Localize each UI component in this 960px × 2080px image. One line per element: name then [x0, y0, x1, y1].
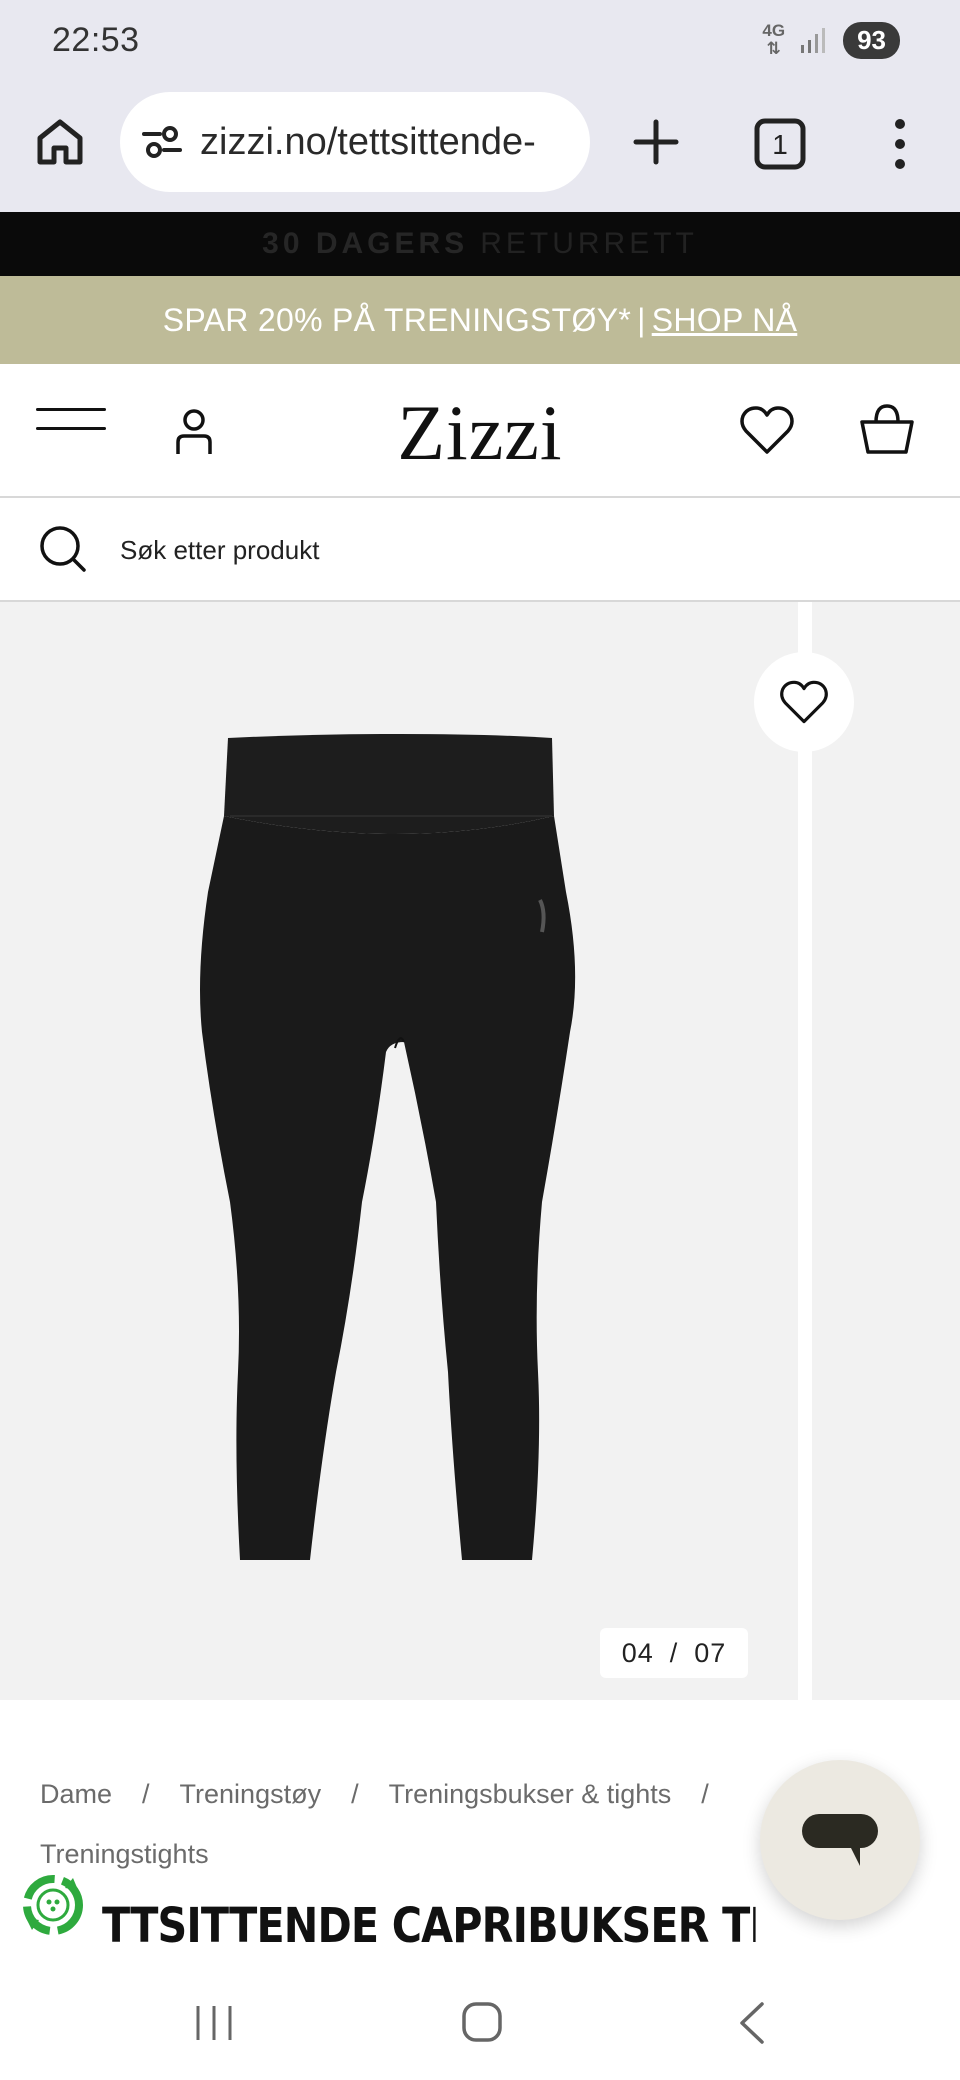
- status-indicators: 4G ⇅ 93: [762, 21, 900, 59]
- tab-switcher-icon[interactable]: 1: [752, 116, 808, 172]
- system-nav-bar: [0, 1960, 960, 2080]
- return-label: RETURRETT: [480, 227, 698, 260]
- breadcrumb-item-treningstights[interactable]: Treningstights: [40, 1839, 209, 1869]
- home-icon[interactable]: [34, 116, 86, 168]
- sale-banner-separator: |: [637, 301, 646, 338]
- breadcrumb-item-treningstoy[interactable]: Treningstøy: [180, 1779, 322, 1809]
- chat-button[interactable]: [760, 1760, 920, 1920]
- brand-logo[interactable]: Zizzi: [380, 388, 580, 478]
- search-icon[interactable]: [38, 524, 88, 574]
- browser-toolbar: zizzi.no/tettsittende- 1: [0, 80, 960, 212]
- status-time: 22:53: [52, 20, 140, 59]
- image-counter-total: 07: [694, 1637, 727, 1668]
- image-counter-separator: /: [669, 1637, 679, 1668]
- image-counter: 04 / 07: [600, 1628, 748, 1678]
- back-icon[interactable]: [734, 2000, 768, 2046]
- leggings-image: [200, 734, 576, 1560]
- breadcrumb-item-treningsbukser[interactable]: Treningsbukser & tights: [389, 1779, 672, 1809]
- recents-icon[interactable]: [192, 2002, 236, 2044]
- shop-now-link[interactable]: SHOP NÅ: [652, 302, 798, 339]
- breadcrumb: Dame / Treningstøy / Treningsbukser & tights…: [40, 1764, 780, 1884]
- image-counter-current: 04: [621, 1637, 654, 1668]
- heart-icon[interactable]: [738, 402, 796, 458]
- search-bar: [0, 498, 960, 602]
- status-bar: 22:53 4G ⇅ 93: [0, 0, 960, 80]
- product-image[interactable]: [0, 602, 798, 1700]
- data-arrows-icon: ⇅: [766, 39, 781, 58]
- return-days: 30 DAGERS: [262, 227, 469, 260]
- site-header: Zizzi: [0, 364, 960, 498]
- search-input[interactable]: [120, 528, 900, 572]
- breadcrumb-separator: /: [351, 1779, 359, 1809]
- breadcrumb-separator: /: [142, 1779, 150, 1809]
- page: 22:53 4G ⇅ 93 zizzi.no/tettsittende- 1 3…: [0, 0, 960, 2080]
- next-product-image[interactable]: [812, 602, 960, 1700]
- address-bar[interactable]: zizzi.no/tettsittende-: [120, 92, 590, 192]
- chat-icon: [802, 1814, 878, 1866]
- tab-count: 1: [772, 129, 788, 160]
- breadcrumb-item-dame[interactable]: Dame: [40, 1779, 112, 1809]
- url-text[interactable]: zizzi.no/tettsittende-: [200, 121, 536, 164]
- shopping-bag-icon[interactable]: [858, 400, 916, 458]
- nav-home-icon[interactable]: [460, 2000, 504, 2044]
- network-type: 4G ⇅: [762, 22, 785, 58]
- sale-banner: SPAR 20% PÅ TRENINGSTØY* | SHOP NÅ: [0, 276, 960, 364]
- tune-icon[interactable]: [140, 120, 184, 164]
- product-gallery[interactable]: 04 / 07: [0, 602, 960, 1700]
- signal-icon: [801, 28, 826, 53]
- product-title: TTSITTENDE CAPRIBUKSER TIL: [102, 1898, 756, 1954]
- user-icon[interactable]: [168, 404, 220, 460]
- sale-banner-text: SPAR 20% PÅ TRENINGSTØY*: [162, 301, 632, 338]
- recycle-icon[interactable]: [18, 1868, 88, 1942]
- plus-icon[interactable]: [630, 116, 682, 168]
- breadcrumb-separator: /: [701, 1779, 709, 1809]
- return-policy-strip: 30 DAGERS RETURRETT: [0, 212, 960, 276]
- more-vert-icon[interactable]: [880, 116, 920, 172]
- heart-icon: [780, 680, 828, 724]
- add-to-wishlist-button[interactable]: [754, 652, 854, 752]
- network-label: 4G: [762, 21, 786, 40]
- battery-indicator: 93: [843, 21, 900, 59]
- hamburger-menu-icon[interactable]: [36, 408, 106, 448]
